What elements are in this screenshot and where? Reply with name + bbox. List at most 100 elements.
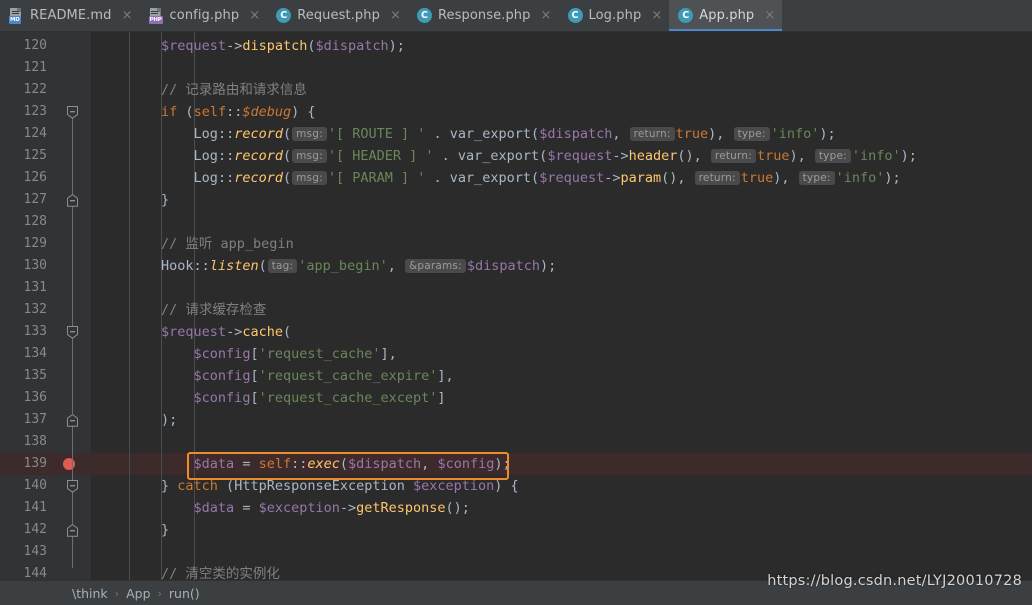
code-token: header [628,148,678,164]
code-line[interactable]: $config['request_cache_except'] [91,387,1032,409]
code-token: $exception [413,478,495,494]
code-token: , [421,456,438,472]
code-token: $exception [258,500,340,516]
code-fold-toggle[interactable] [66,480,79,493]
editor-tab-readme-md[interactable]: MD README.md × [0,0,140,31]
code-line[interactable]: // 请求缓存检查 [91,299,1032,321]
code-token: ), [773,170,798,186]
code-token: , [387,258,404,274]
line-number: 128 [23,214,47,229]
close-icon[interactable]: × [541,9,552,22]
code-token: = [234,500,259,516]
breadcrumb-item[interactable]: App [126,586,150,601]
line-number: 129 [23,236,47,251]
code-line[interactable] [91,277,1032,299]
breakpoint-marker[interactable] [63,458,75,470]
breadcrumb[interactable]: \think › App › run() [72,586,200,601]
php-class-icon: C [276,8,292,23]
breadcrumb-item[interactable]: run() [169,586,200,601]
code-line[interactable]: $data = self::exec($dispatch, $config); [91,453,1032,475]
code-line[interactable]: Log::record(msg: '[ PARAM ] ' . var_expor… [91,167,1032,189]
code-token: :: [217,148,235,164]
line-number: 139 [23,456,47,471]
code-line[interactable]: $data = $exception->getResponse(); [91,497,1032,519]
code-line[interactable]: } catch (HttpResponseException $exceptio… [91,475,1032,497]
editor-tab-config-php[interactable]: PHP config.php × [140,0,268,31]
fold-connector-line [72,492,73,524]
code-token: 'request_cache_except' [258,390,438,406]
code-token: var_export [449,126,532,142]
code-token: [ [250,346,259,362]
code-token: ); [388,38,405,54]
code-content-area[interactable]: $request->dispatch($dispatch); // 记录路由和请… [91,32,1032,580]
tab-label: Response.php [437,8,531,23]
code-line[interactable] [91,541,1032,563]
code-token: HttpResponseException [234,478,405,494]
code-token: ); [900,148,917,164]
editor-tab-app-php[interactable]: C App.php × [669,0,783,31]
code-token: ( [282,148,292,164]
code-line[interactable]: $config['request_cache'], [91,343,1032,365]
code-token: dispatch [242,38,308,54]
code-line[interactable]: $request->cache( [91,321,1032,343]
code-line[interactable]: Log::record(msg: '[ ROUTE ] ' . var_expor… [91,123,1032,145]
code-token: (); [445,500,470,516]
code-token: ( [258,258,267,274]
code-token: if [161,104,178,120]
code-fold-toggle[interactable] [66,326,79,339]
fold-and-breakpoint-gutter[interactable] [55,32,91,580]
code-line[interactable] [91,211,1032,233]
code-fold-toggle[interactable] [66,414,79,427]
code-line[interactable] [91,57,1032,79]
code-token: var_export [457,148,540,164]
code-line[interactable]: // 监听 app_begin [91,233,1032,255]
code-line[interactable]: Log::record(msg: '[ HEADER ] ' . var_expo… [91,145,1032,167]
code-fold-toggle[interactable] [66,194,79,207]
close-icon[interactable]: × [651,9,662,22]
code-token: :: [217,126,235,142]
code-line[interactable]: } [91,189,1032,211]
code-fold-toggle[interactable] [66,106,79,119]
code-line[interactable]: $request->dispatch($dispatch); [91,35,1032,57]
tab-label: App.php [699,8,755,23]
php-class-icon: C [678,8,694,23]
code-fold-toggle[interactable] [66,524,79,537]
close-icon[interactable]: × [390,9,401,22]
code-token: -> [339,500,357,516]
code-token: ) { [494,478,519,494]
close-icon[interactable]: × [122,9,133,22]
code-token: true [756,148,790,164]
line-number: 123 [23,104,47,119]
breadcrumb-item[interactable]: \think [72,586,108,601]
editor-tab-response-php[interactable]: C Response.php × [408,0,559,31]
parameter-hint: type: [798,171,835,185]
line-number: 121 [23,60,47,75]
line-number-gutter[interactable]: 120 121 122 123 124 125 126 127 128 129 130 131 132 1… [0,32,55,580]
watermark-url: https://blog.csdn.net/LYJ20010728 [767,573,1022,589]
line-number: 130 [23,258,47,273]
code-line[interactable]: $config['request_cache_expire'], [91,365,1032,387]
editor-tab-log-php[interactable]: C Log.php × [559,0,670,31]
code-line[interactable]: ); [91,409,1032,431]
code-line[interactable] [91,431,1032,453]
code-token: $data [193,456,235,472]
code-token: '[ ROUTE ] ' [327,126,426,142]
code-token: ), [789,148,814,164]
code-token: } [96,478,178,494]
close-icon[interactable]: × [764,9,775,22]
code-line[interactable]: if (self::$debug) { [91,101,1032,123]
php-class-icon: C [416,8,432,23]
code-token: $request [161,324,227,340]
editor-tab-request-php[interactable]: C Request.php × [267,0,408,31]
close-icon[interactable]: × [249,9,260,22]
line-number: 127 [23,192,47,207]
code-editor[interactable]: 120 121 122 123 124 125 126 127 128 129 130 131 132 1… [0,32,1032,580]
code-line[interactable]: } [91,519,1032,541]
line-number: 144 [23,566,47,580]
code-line[interactable]: Hook::listen(tag:'app_begin', &params: $d… [91,255,1032,277]
code-line[interactable]: // 记录路由和请求信息 [91,79,1032,101]
code-token: -> [226,38,243,54]
code-token: ); [540,258,557,274]
